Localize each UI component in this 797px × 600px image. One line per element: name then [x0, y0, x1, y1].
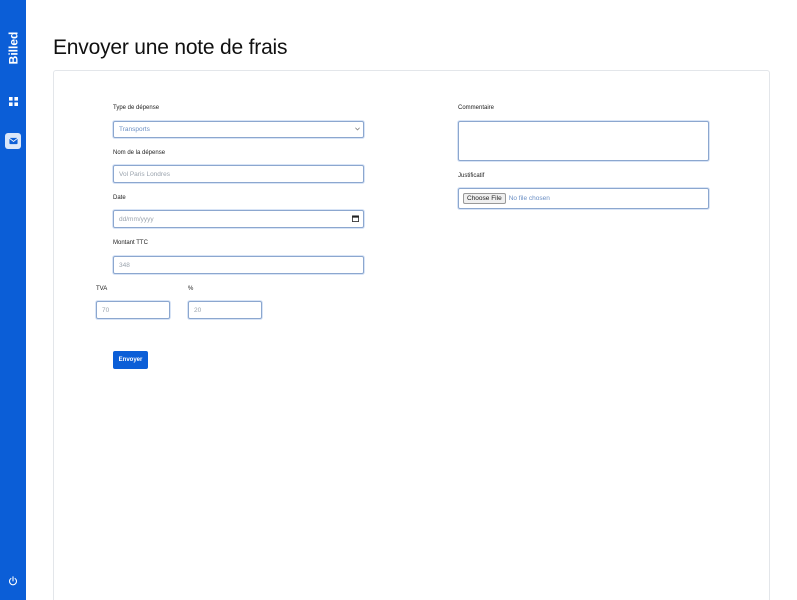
choose-file-button[interactable]: Choose File	[463, 193, 506, 204]
brand-name: Billed	[6, 31, 21, 65]
expense-name-placeholder: Vol Paris Londres	[119, 170, 170, 178]
expense-name-field[interactable]: Vol Paris Londres	[113, 165, 364, 183]
amount-placeholder: 348	[119, 261, 130, 269]
vat-placeholder: 70	[102, 306, 110, 314]
vat-field[interactable]: 70	[96, 301, 170, 319]
pct-field[interactable]: 20	[188, 301, 262, 319]
file-input[interactable]: Choose File No file chosen	[458, 188, 709, 209]
expense-type-select[interactable]: Transports	[113, 121, 364, 138]
brand-logo: Billed	[1, 28, 25, 68]
power-icon[interactable]	[5, 573, 21, 589]
amount-field[interactable]: 348	[113, 256, 364, 274]
file-status: No file chosen	[508, 195, 550, 202]
amount-label: Montant TTC	[113, 240, 148, 246]
page-title: Envoyer une note de frais	[53, 36, 288, 59]
calendar-icon[interactable]	[352, 215, 359, 222]
expense-type-label: Type de dépense	[113, 105, 160, 111]
vat-label: TVA	[96, 286, 108, 292]
date-placeholder: dd/mm/yyyy	[119, 215, 154, 223]
comment-label: Commentaire	[458, 105, 495, 111]
pct-placeholder: 20	[194, 306, 202, 314]
file-label: Justificatif	[458, 173, 485, 179]
chevron-down-icon	[354, 126, 360, 132]
date-label: Date	[113, 195, 126, 201]
pct-label: %	[188, 286, 194, 292]
expense-type-value: Transports	[119, 126, 150, 133]
submit-button[interactable]: Envoyer	[113, 351, 148, 369]
expense-name-label: Nom de la dépense	[113, 150, 166, 156]
sidebar: Billed	[0, 0, 26, 600]
comment-textarea[interactable]	[458, 121, 709, 161]
date-field[interactable]: dd/mm/yyyy	[113, 210, 364, 228]
mail-icon[interactable]	[5, 133, 21, 149]
window-icon[interactable]	[5, 93, 21, 109]
